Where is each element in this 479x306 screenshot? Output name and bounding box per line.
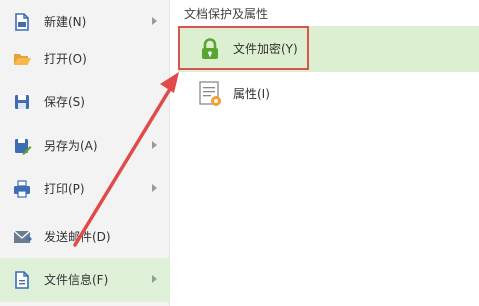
save-icon	[12, 92, 32, 112]
menu-item-label: 打开(O)	[44, 52, 87, 66]
printer-icon	[12, 179, 32, 199]
menu-item-label: 新建(N)	[44, 15, 87, 29]
menu-item-label: 打印(P)	[44, 182, 85, 196]
menu-item-file-info[interactable]: 文件信息(F)	[0, 258, 170, 302]
section-title: 文档保护及属性	[184, 7, 269, 21]
menu-item-label: 另存为(A)	[44, 139, 98, 153]
new-doc-icon	[12, 12, 32, 32]
chevron-right-icon	[152, 141, 157, 149]
menu-item-label: 发送邮件(D)	[44, 230, 111, 244]
mail-icon	[12, 227, 32, 247]
menu-item-print[interactable]: 打印(P)	[0, 167, 170, 211]
chevron-right-icon	[152, 275, 157, 283]
properties-label: 属性(I)	[233, 87, 270, 101]
menu-item-save-as[interactable]: 另存为(A)	[0, 124, 170, 168]
menu-item-save[interactable]: 保存(S)	[0, 80, 170, 124]
file-menu-sidebar: 新建(N) 打开(O) 保存(S) 另存为(A) 打印(P) 发送邮件(D) 文…	[0, 0, 170, 306]
lock-icon	[198, 37, 222, 61]
chevron-right-icon	[152, 17, 157, 25]
menu-item-open[interactable]: 打开(O)	[0, 37, 170, 81]
chevron-right-icon	[152, 184, 157, 192]
file-encrypt-label: 文件加密(Y)	[233, 42, 298, 56]
file-encrypt-item[interactable]: 文件加密(Y)	[178, 26, 479, 72]
folder-open-icon	[12, 49, 32, 69]
file-info-icon	[12, 270, 32, 290]
menu-item-send-mail[interactable]: 发送邮件(D)	[0, 215, 170, 259]
save-as-icon	[12, 136, 32, 156]
file-info-submenu: 文档保护及属性 文件加密(Y) 属性(I)	[170, 0, 479, 306]
properties-icon	[198, 80, 224, 108]
menu-item-label: 文件信息(F)	[44, 273, 109, 287]
properties-item[interactable]: 属性(I)	[178, 74, 479, 114]
menu-item-label: 保存(S)	[44, 95, 85, 109]
